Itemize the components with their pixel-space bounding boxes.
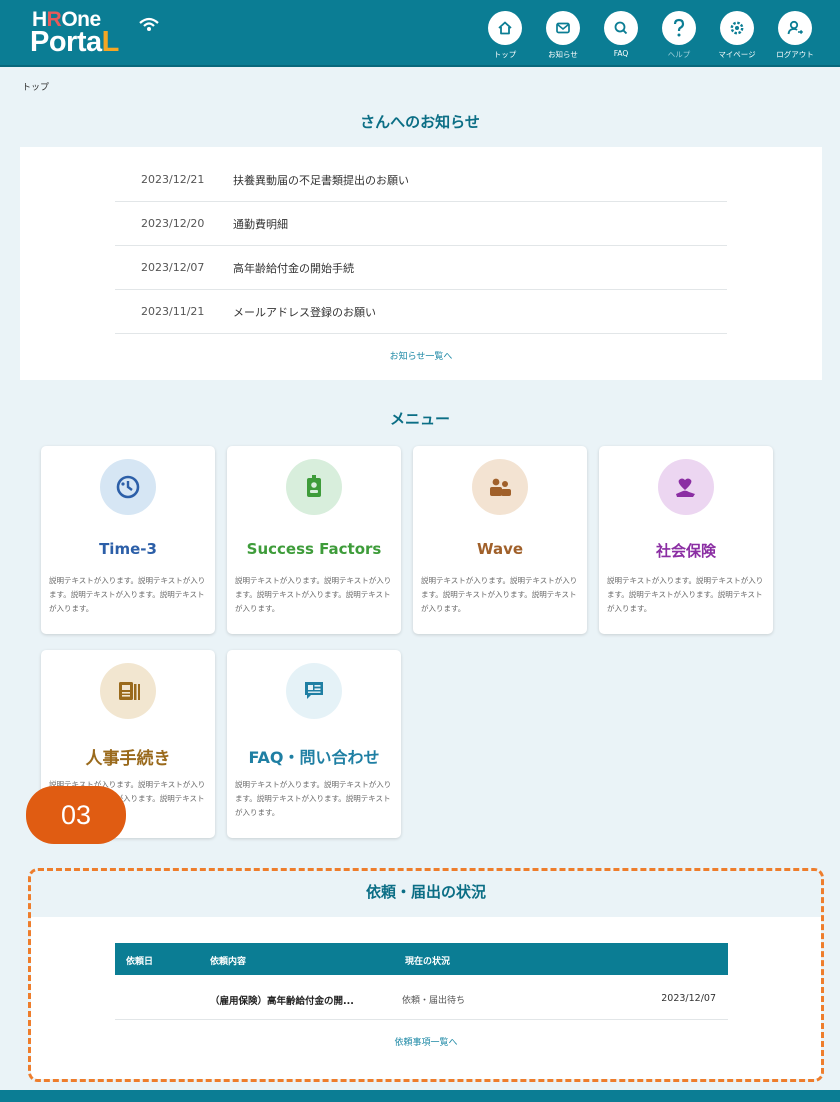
help-icon [662, 11, 696, 45]
menu-card-social-insurance[interactable]: 社会保険 説明テキストが入ります。説明テキストが入ります。説明テキストが入ります… [599, 446, 773, 634]
notice-date: 2023/12/20 [141, 217, 205, 230]
id-badge-icon [286, 459, 342, 515]
notices-panel: 2023/12/21 扶養異動届の不足書類提出のお願い 2023/12/20 通… [20, 147, 822, 380]
notice-item[interactable]: 2023/11/21 メールアドレス登録のお願い [115, 290, 727, 334]
nav-top-label: トップ [493, 50, 517, 59]
menu-card-desc: 説明テキストが入ります。説明テキストが入ります。説明テキストが入ります。説明テキ… [49, 576, 206, 613]
chat-icon [286, 663, 342, 719]
notice-text: 通勤費明細 [233, 217, 288, 231]
home-icon [488, 11, 522, 45]
notice-date: 2023/11/21 [141, 305, 205, 318]
table-row[interactable]: （雇用保険）高年齢給付金の開... 依頼・届出待ち 2023/12/07 [115, 975, 728, 1020]
heart-hand-icon [658, 459, 714, 515]
step-badge: 03 [26, 786, 126, 844]
menu-card-desc: 説明テキストが入ります。説明テキストが入ります。説明テキストが入ります。説明テキ… [235, 780, 392, 817]
people-icon [472, 459, 528, 515]
menu-title: メニュー [389, 410, 450, 428]
notice-item[interactable]: 2023/12/20 通勤費明細 [115, 202, 727, 246]
notice-item[interactable]: 2023/12/21 扶養異動届の不足書類提出のお願い [115, 158, 727, 202]
wifi-icon [139, 17, 159, 31]
status-table-header: 依頼日 依頼内容 現在の状況 [115, 943, 728, 975]
notice-date: 2023/12/21 [141, 173, 205, 186]
notice-text: 高年齢給付金の開始手続 [233, 261, 354, 275]
header: HROne PortaL トップ お知らせ FAQ ヘルプ マイページ ログアウ… [0, 0, 840, 67]
menu-card-desc: 説明テキストが入ります。説明テキストが入ります。説明テキストが入ります。説明テキ… [235, 576, 392, 613]
breadcrumb[interactable]: トップ [22, 80, 49, 93]
footer-bar [0, 1090, 840, 1102]
gear-icon [720, 11, 754, 45]
nav-help[interactable]: ヘルプ [650, 11, 708, 60]
nav-logout[interactable]: ログアウト [766, 11, 824, 60]
menu-card-title: Time-3 [99, 540, 157, 558]
nav-notices[interactable]: お知らせ [534, 11, 592, 60]
nav-faq[interactable]: FAQ [592, 11, 650, 60]
menu-card-title: 人事手続き [85, 749, 171, 769]
menu-card-wave[interactable]: Wave 説明テキストが入ります。説明テキストが入ります。説明テキストが入ります… [413, 446, 587, 634]
notices-title: さんへのお知らせ [360, 113, 480, 131]
menu-card-faq[interactable]: FAQ・問い合わせ 説明テキストが入ります。説明テキストが入ります。説明テキスト… [227, 650, 401, 838]
menu-card-title: Success Factors [246, 540, 382, 558]
nav-mypage-label: マイページ [718, 50, 756, 59]
nav-logout-label: ログアウト [776, 50, 814, 59]
request-status-section: 依頼・届出の状況 依頼日 依頼内容 現在の状況 （雇用保険）高年齢給付金の開..… [28, 868, 824, 1082]
menu-card-desc: 説明テキストが入ります。説明テキストが入ります。説明テキストが入ります。説明テキ… [421, 576, 578, 613]
nav-top[interactable]: トップ [476, 11, 534, 60]
search-icon [604, 11, 638, 45]
menu-card-title: Wave [476, 540, 524, 558]
nav-faq-label: FAQ [613, 49, 629, 58]
row-updated-date: 2023/12/07 [661, 993, 716, 1004]
menu-card-title: 社会保険 [655, 542, 716, 560]
status-body: 依頼日 依頼内容 現在の状況 （雇用保険）高年齢給付金の開... 依頼・届出待ち… [31, 917, 821, 1079]
menu-card-time3[interactable]: Time-3 説明テキストが入ります。説明テキストが入ります。説明テキストが入り… [41, 446, 215, 634]
notice-text: メールアドレス登録のお願い [233, 305, 376, 319]
notices-more-link[interactable]: お知らせ一覧へ [20, 349, 822, 362]
status-title: 依頼・届出の状況 [365, 883, 486, 901]
clock-icon [100, 459, 156, 515]
nav-notices-label: お知らせ [548, 50, 578, 59]
logout-icon [778, 11, 812, 45]
menu-card-desc: 説明テキストが入ります。説明テキストが入ります。説明テキストが入ります。説明テキ… [607, 576, 764, 613]
hrone-portal-logo[interactable]: HROne PortaL [30, 8, 160, 58]
menu-card-successfactors[interactable]: Success Factors 説明テキストが入ります。説明テキストが入ります。… [227, 446, 401, 634]
nav-mypage[interactable]: マイページ [708, 11, 766, 60]
row-content: （雇用保険）高年齢給付金の開... [210, 996, 354, 1007]
nav-help-label: ヘルプ [667, 50, 691, 59]
status-more-link[interactable]: 依頼事項一覧へ [31, 1035, 821, 1048]
col-request-date: 依頼日 [126, 957, 154, 967]
menu-card-title: FAQ・問い合わせ [248, 748, 380, 767]
global-nav: トップ お知らせ FAQ ヘルプ マイページ ログアウト [476, 11, 824, 60]
row-status: 依頼・届出待ち [402, 996, 466, 1006]
col-current-status: 現在の状況 [405, 957, 451, 967]
document-icon [100, 663, 156, 719]
notice-date: 2023/12/07 [141, 261, 205, 274]
notice-text: 扶養異動届の不足書類提出のお願い [233, 173, 409, 187]
col-request-content: 依頼内容 [210, 957, 247, 967]
mail-icon [546, 11, 580, 45]
notice-item[interactable]: 2023/12/07 高年齢給付金の開始手続 [115, 246, 727, 290]
